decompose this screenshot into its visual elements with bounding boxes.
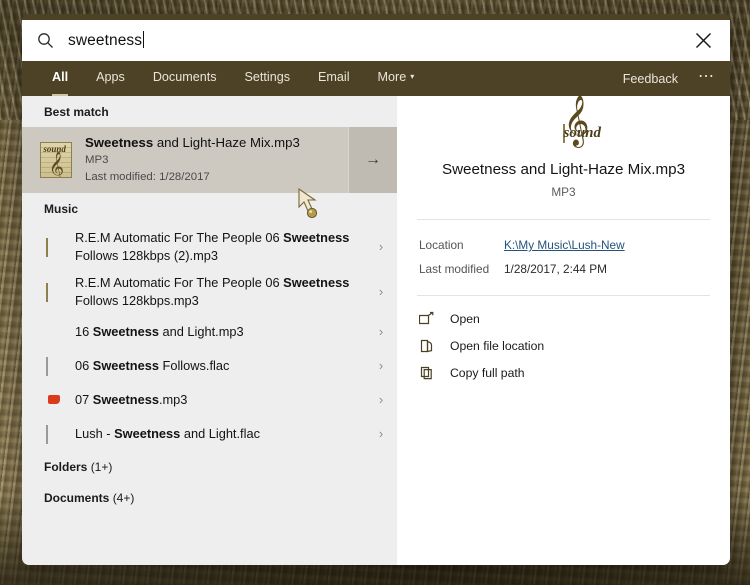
music-sheet-icon: sound 𝄞 [562, 99, 601, 143]
treble-clef-glyph: 𝄞 [48, 151, 65, 178]
ellipsis-icon[interactable]: ⋯ [698, 68, 716, 89]
chevron-right-icon[interactable]: › [365, 284, 397, 299]
list-item[interactable]: R.E.M Automatic For The People 06 Sweetn… [22, 269, 397, 314]
preview-pane: sound 𝄞 Sweetness and Light-Haze Mix.mp3… [397, 96, 730, 565]
meta-row-last-modified: Last modified 1/28/2017, 2:44 PM [419, 258, 730, 282]
list-item[interactable]: 06 Sweetness Follows.flac › [22, 349, 397, 383]
chevron-down-icon: ▾ [410, 71, 415, 81]
search-icon [22, 32, 68, 49]
preview-icon-wrap: sound 𝄞 [562, 99, 601, 143]
list-item-label: Lush - Sweetness and Light.flac [75, 425, 260, 441]
action-open[interactable]: Open [418, 305, 730, 332]
action-copy-full-path-label: Copy full path [450, 365, 525, 380]
list-item-label: 06 Sweetness Follows.flac [75, 357, 230, 373]
desktop-wallpaper: sweetness All Apps Documents Settings Em… [0, 0, 750, 585]
folders-count: (1+) [90, 459, 113, 474]
best-match-title-rest: and Light-Haze Mix.mp3 [153, 134, 300, 150]
list-item[interactable]: Lush - Sweetness and Light.flac › [22, 417, 397, 451]
list-item[interactable]: R.E.M Automatic For The People 06 Sweetn… [22, 224, 397, 269]
flac-file-icon [46, 356, 62, 376]
preview-actions: Open Open file location Copy full path [397, 296, 730, 386]
preview-hero: sound 𝄞 Sweetness and Light-Haze Mix.mp3… [397, 96, 730, 199]
preview-metadata: Location K:\My Music\Lush-New Last modif… [397, 220, 730, 295]
flac-file-icon [46, 424, 62, 444]
search-header: sweetness All Apps Documents Settings Em… [22, 14, 730, 96]
folders-header[interactable]: Folders (1+) [22, 451, 397, 482]
windows-search-flyout: sweetness All Apps Documents Settings Em… [22, 14, 730, 565]
list-item[interactable]: 16 Sweetness and Light.mp3 › [22, 315, 397, 349]
meta-row-location: Location K:\My Music\Lush-New [419, 234, 730, 258]
tab-settings[interactable]: Settings [245, 71, 291, 87]
folder-open-icon [419, 338, 435, 354]
chevron-right-icon[interactable]: › [365, 392, 397, 407]
search-body: Best match sound 𝄞 Sweetness and Light-H… [22, 96, 730, 565]
documents-count: (4+) [112, 490, 135, 505]
best-match-type: MP3 [85, 154, 109, 167]
best-match-text: Sweetness and Light-Haze Mix.mp3 MP3 Las… [85, 135, 300, 185]
music-header: Music [44, 202, 79, 216]
meta-value-location-link[interactable]: K:\My Music\Lush-New [504, 234, 625, 258]
chevron-right-icon[interactable]: › [365, 239, 397, 254]
list-item-label: 07 Sweetness.mp3 [75, 391, 188, 407]
list-item-label: 16 Sweetness and Light.mp3 [75, 323, 244, 339]
tab-email[interactable]: Email [318, 71, 350, 87]
preview-file-name: Sweetness and Light-Haze Mix.mp3 [441, 161, 686, 178]
list-item[interactable]: 07 Sweetness.mp3 › [22, 383, 397, 417]
tab-documents[interactable]: Documents [153, 71, 217, 87]
music-sheet-icon: sound 𝄞 [40, 142, 72, 178]
open-external-icon [418, 311, 435, 327]
list-item-label: R.E.M Automatic For The People 06 Sweetn… [75, 275, 350, 308]
feedback-button[interactable]: Feedback [623, 72, 678, 86]
best-match-header: Best match [44, 105, 109, 119]
media-player-icon [46, 392, 62, 408]
text-caret [143, 31, 145, 48]
documents-header[interactable]: Documents (4+) [22, 482, 397, 513]
treble-clef-glyph: 𝄞 [564, 99, 590, 143]
tab-more-label: More [377, 69, 407, 84]
music-sheet-icon [46, 237, 62, 257]
best-match-title: Sweetness and Light-Haze Mix.mp3 [85, 135, 300, 152]
best-match-modified: Last modified: 1/28/2017 [85, 171, 210, 184]
best-match-title-highlight: Sweetness [85, 134, 154, 150]
meta-value-last-modified: 1/28/2017, 2:44 PM [504, 261, 607, 276]
chevron-right-icon[interactable]: › [365, 426, 397, 441]
folders-header-label: Folders [44, 459, 88, 474]
action-open-file-location-label: Open file location [450, 338, 545, 353]
preview-file-type: MP3 [551, 185, 576, 199]
tab-all[interactable]: All [52, 71, 69, 96]
action-open-file-location[interactable]: Open file location [419, 332, 730, 359]
close-icon[interactable] [676, 20, 730, 61]
filter-tab-bar: All Apps Documents Settings Email More ▾ … [22, 61, 730, 96]
search-input-value-wrap[interactable]: sweetness [68, 31, 676, 50]
action-copy-full-path[interactable]: Copy full path [419, 359, 730, 386]
album-art-icon [46, 324, 62, 340]
search-box[interactable]: sweetness [22, 20, 730, 61]
chevron-right-icon[interactable]: › [365, 324, 397, 339]
best-match-row[interactable]: sound 𝄞 Sweetness and Light-Haze Mix.mp3… [22, 127, 397, 193]
documents-header-label: Documents [44, 490, 110, 505]
copy-icon [419, 365, 435, 381]
meta-key-last-modified: Last modified [419, 261, 490, 276]
results-column: Best match sound 𝄞 Sweetness and Light-H… [22, 96, 397, 565]
tab-more[interactable]: More ▾ [377, 69, 415, 87]
tab-apps[interactable]: Apps [96, 71, 125, 87]
best-match-main[interactable]: sound 𝄞 Sweetness and Light-Haze Mix.mp3… [22, 127, 348, 193]
search-input-value: sweetness [68, 32, 143, 49]
chevron-right-icon[interactable]: › [365, 358, 397, 373]
music-sheet-icon [46, 282, 62, 302]
arrow-right-icon[interactable]: → [348, 127, 397, 193]
list-item-label: R.E.M Automatic For The People 06 Sweetn… [75, 230, 350, 263]
action-open-label: Open [450, 311, 480, 326]
meta-key-location: Location [419, 238, 464, 252]
